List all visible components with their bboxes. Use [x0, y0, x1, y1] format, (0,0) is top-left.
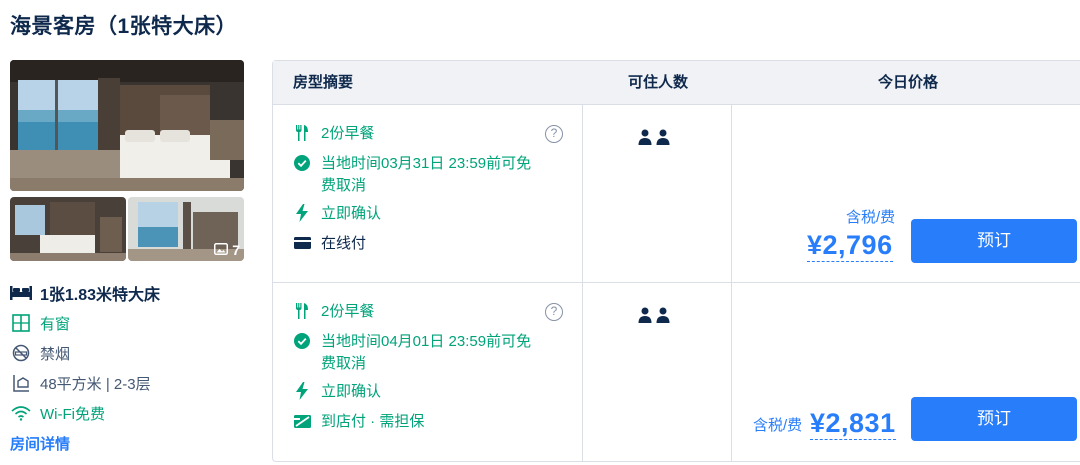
- instant-confirm-info: 立即确认: [293, 203, 381, 225]
- area-floor-info: 48平方米 | 2-3层: [10, 368, 260, 398]
- breakfast-info: 2份早餐: [293, 123, 374, 145]
- payment-info: 到店付 · 需担保: [293, 411, 424, 433]
- book-button[interactable]: 预订: [911, 219, 1077, 263]
- rate-table: 房型摘要 可住人数 今日价格 2份早餐 ? 当地时间03月31日 23:59前可…: [272, 60, 1080, 462]
- tax-included-label: 含税/费: [753, 417, 803, 434]
- help-icon[interactable]: ?: [545, 303, 563, 321]
- instant-confirm-info: 立即确认: [293, 381, 381, 403]
- header-summary: 房型摘要: [293, 74, 354, 91]
- guests-2-icon: [638, 129, 678, 149]
- wifi-icon: [10, 403, 32, 423]
- wifi-info: Wi-Fi免费: [10, 398, 260, 428]
- utensils-icon: [293, 123, 311, 143]
- pay-at-hotel-icon: [293, 411, 311, 431]
- utensils-icon: [293, 301, 311, 321]
- guests-2-icon: [638, 307, 678, 327]
- room-title: 海景客房（1张特大床）: [10, 15, 238, 38]
- breakfast-info: 2份早餐: [293, 301, 374, 323]
- bed-icon: [10, 283, 32, 303]
- room-photo-thumb-2[interactable]: 7: [128, 197, 244, 261]
- cancel-text-line2: 费取消: [321, 355, 367, 372]
- room-photo-thumb-1[interactable]: [10, 197, 126, 261]
- payment-info: 在线付: [293, 233, 366, 255]
- no-smoking-icon: [10, 343, 32, 363]
- rate-row-1: 2份早餐 ? 当地时间03月31日 23:59前可免 费取消 立即确认 在线付: [273, 105, 1080, 283]
- window-icon: [10, 313, 32, 333]
- room-photo-main[interactable]: [10, 60, 244, 191]
- check-circle-icon: [293, 153, 311, 173]
- cancel-text-line1: 当地时间03月31日 23:59前可免: [321, 155, 532, 172]
- lightning-icon: [293, 203, 311, 223]
- help-icon[interactable]: ?: [545, 125, 563, 143]
- photo-count-value: 7: [232, 242, 240, 258]
- window-info: 有窗: [10, 308, 260, 338]
- area-icon: [10, 373, 32, 393]
- tax-included-label: 含税/费: [846, 209, 896, 226]
- cancel-text-line2: 费取消: [321, 177, 367, 194]
- bed-info: 1张1.83米特大床: [10, 280, 260, 306]
- card-icon: [293, 233, 311, 253]
- header-price: 今日价格: [877, 74, 938, 91]
- table-header: 房型摘要 可住人数 今日价格: [273, 61, 1080, 105]
- free-cancel-info: 当地时间04月01日 23:59前可免 费取消: [293, 331, 531, 375]
- price[interactable]: ¥2,831: [810, 407, 896, 440]
- book-button[interactable]: 预订: [911, 397, 1077, 441]
- free-cancel-info: 当地时间03月31日 23:59前可免 费取消: [293, 153, 531, 197]
- cancel-text-line1: 当地时间04月01日 23:59前可免: [321, 333, 532, 350]
- price[interactable]: ¥2,796: [807, 229, 893, 262]
- lightning-icon: [293, 381, 311, 401]
- photo-count: 7: [214, 242, 240, 258]
- header-guests: 可住人数: [627, 74, 688, 91]
- image-icon: [214, 242, 229, 258]
- room-details-link[interactable]: 房间详情: [10, 433, 70, 454]
- room-facts: 1张1.83米特大床 有窗 禁烟 48平方米 | 2-3层 Wi-Fi免费: [10, 280, 260, 428]
- smoking-info: 禁烟: [10, 338, 260, 368]
- check-circle-icon: [293, 331, 311, 351]
- rate-row-2: 2份早餐 ? 当地时间04月01日 23:59前可免 费取消 立即确认 到店付 …: [273, 283, 1080, 461]
